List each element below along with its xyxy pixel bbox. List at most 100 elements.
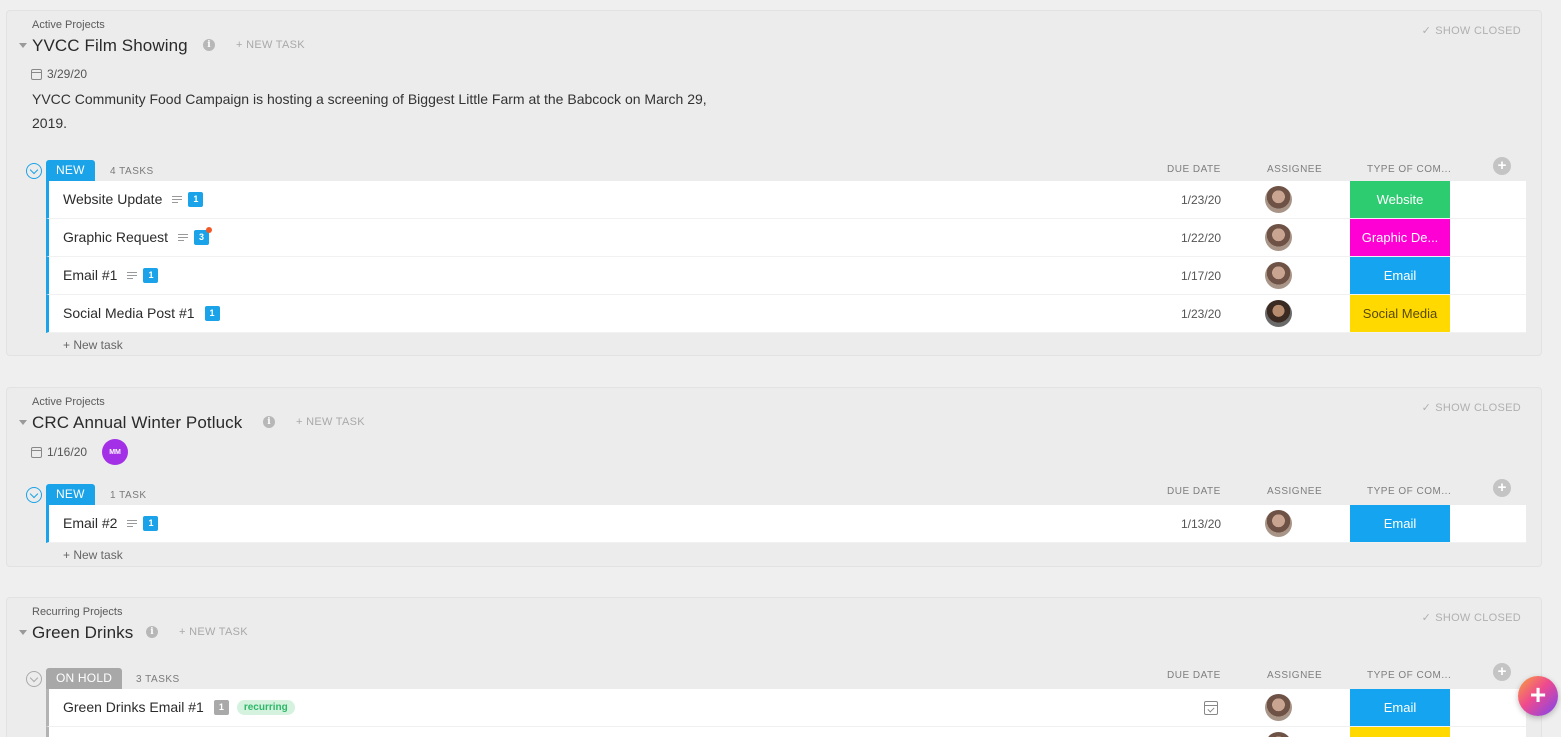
project-breadcrumb[interactable]: Active Projects [32, 19, 105, 31]
project-date[interactable]: 3/29/20 [31, 67, 87, 81]
type-badge[interactable]: Email [1350, 257, 1450, 294]
project-title[interactable]: CRC Annual Winter Potluck [32, 413, 242, 433]
column-header-assignee[interactable]: ASSIGNEE [1267, 164, 1322, 175]
show-closed-button[interactable]: ✓ SHOW CLOSED [1422, 24, 1521, 37]
column-header-type[interactable]: TYPE OF COM... [1367, 670, 1451, 681]
type-badge[interactable]: Graphic De... [1350, 219, 1450, 256]
type-badge[interactable] [1350, 727, 1450, 737]
new-task-inline-button[interactable]: + New task [63, 338, 123, 352]
task-row[interactable]: Email #1 1 1/17/20 Email [46, 257, 1526, 295]
due-date[interactable]: 1/23/20 [1181, 193, 1221, 207]
check-icon: ✓ [1421, 25, 1432, 37]
project-title[interactable]: Green Drinks [32, 623, 133, 643]
status-pill[interactable]: NEW [46, 484, 95, 505]
show-closed-label: SHOW CLOSED [1435, 25, 1521, 37]
new-task-inline-button[interactable]: + New task [63, 548, 123, 562]
task-list: Green Drinks Email #1 1 recurring Email [46, 689, 1526, 737]
task-name[interactable]: Graphic Request [63, 229, 168, 245]
task-count: 3 TASKS [136, 674, 180, 685]
project-breadcrumb[interactable]: Active Projects [32, 396, 105, 408]
type-badge[interactable]: Website [1350, 181, 1450, 218]
subtask-count[interactable]: 1 [143, 515, 159, 531]
info-icon[interactable]: i [263, 416, 275, 428]
task-name[interactable]: Green Drinks Email #1 [63, 699, 204, 715]
avatar[interactable] [1265, 510, 1292, 537]
avatar[interactable] [1265, 262, 1292, 289]
collapse-group-icon[interactable] [26, 671, 42, 687]
description-icon [127, 518, 138, 529]
description-icon [172, 194, 183, 205]
avatar[interactable] [1265, 694, 1292, 721]
task-row[interactable]: Social Media Post #1 1 1/23/20 Social Med… [46, 295, 1526, 333]
subtask-count[interactable]: 1 [143, 267, 159, 283]
description-icon [127, 270, 138, 281]
project-green-drinks: Recurring Projects Green Drinks i + NEW … [6, 597, 1542, 737]
recurring-tag[interactable]: recurring [236, 699, 295, 715]
project-crc-annual-winter-potluck: Active Projects CRC Annual Winter Potluc… [6, 387, 1542, 567]
task-row[interactable]: Graphic Request 3 1/22/20 Graphic De... [46, 219, 1526, 257]
column-header-assignee[interactable]: ASSIGNEE [1267, 486, 1322, 497]
subtask-count[interactable]: 1 [204, 305, 220, 321]
add-column-icon[interactable]: + [1493, 663, 1511, 681]
column-header-assignee[interactable]: ASSIGNEE [1267, 670, 1322, 681]
subtask-count[interactable]: 3 [194, 226, 213, 245]
column-header-due-date[interactable]: DUE DATE [1167, 670, 1221, 681]
due-date[interactable]: 1/23/20 [1181, 307, 1221, 321]
type-badge[interactable]: Email [1350, 505, 1450, 542]
avatar[interactable] [1265, 300, 1292, 327]
collapse-group-icon[interactable] [26, 487, 42, 503]
avatar[interactable] [1265, 224, 1292, 251]
project-date[interactable]: 1/16/20 MM [31, 439, 129, 465]
task-row[interactable]: Green Drinks Email #1 1 recurring Email [46, 689, 1526, 727]
project-date-value: 1/16/20 [47, 445, 88, 459]
task-row[interactable] [46, 727, 1526, 737]
add-column-icon[interactable]: + [1493, 479, 1511, 497]
check-icon: ✓ [1421, 612, 1432, 624]
type-badge[interactable]: Social Media [1350, 295, 1450, 332]
avatar[interactable] [1265, 732, 1292, 737]
collapse-caret-icon[interactable] [19, 43, 27, 48]
owner-avatar[interactable]: MM [102, 439, 129, 465]
column-header-due-date[interactable]: DUE DATE [1167, 164, 1221, 175]
type-badge[interactable]: Email [1350, 689, 1450, 726]
due-date[interactable]: 1/22/20 [1181, 231, 1221, 245]
add-fab-button[interactable]: + [1518, 676, 1558, 716]
subtask-count[interactable]: 1 [188, 191, 204, 207]
description-icon [178, 232, 189, 243]
collapse-caret-icon[interactable] [19, 420, 27, 425]
status-group-header: ON HOLD 3 TASKS DUE DATE ASSIGNEE TYPE O… [7, 663, 1541, 690]
project-title[interactable]: YVCC Film Showing [32, 36, 188, 56]
task-row[interactable]: Email #2 1 1/13/20 Email [46, 505, 1526, 543]
project-yvcc-film-showing: Active Projects YVCC Film Showing i + NE… [6, 10, 1542, 356]
column-header-type[interactable]: TYPE OF COM... [1367, 164, 1451, 175]
project-description: YVCC Community Food Campaign is hosting … [32, 91, 707, 131]
collapse-group-icon[interactable] [26, 163, 42, 179]
notification-dot-icon [206, 226, 213, 233]
project-breadcrumb[interactable]: Recurring Projects [32, 606, 122, 618]
calendar-check-icon[interactable] [1204, 701, 1218, 715]
new-task-button[interactable]: + NEW TASK [236, 39, 305, 51]
info-icon[interactable]: i [203, 39, 215, 51]
task-name[interactable]: Email #2 [63, 515, 117, 531]
subtask-count[interactable]: 1 [213, 699, 229, 715]
info-icon[interactable]: i [146, 626, 158, 638]
check-icon: ✓ [1421, 402, 1432, 414]
new-task-button[interactable]: + NEW TASK [296, 416, 365, 428]
show-closed-button[interactable]: ✓ SHOW CLOSED [1422, 401, 1521, 414]
due-date[interactable]: 1/17/20 [1181, 269, 1221, 283]
column-header-type[interactable]: TYPE OF COM... [1367, 486, 1451, 497]
task-name[interactable]: Website Update [63, 191, 162, 207]
show-closed-button[interactable]: ✓ SHOW CLOSED [1422, 611, 1521, 624]
task-name[interactable]: Email #1 [63, 267, 117, 283]
task-row[interactable]: Website Update 1 1/23/20 Website [46, 181, 1526, 219]
status-pill[interactable]: ON HOLD [46, 668, 123, 689]
column-header-due-date[interactable]: DUE DATE [1167, 486, 1221, 497]
add-column-icon[interactable]: + [1493, 157, 1511, 175]
avatar[interactable] [1265, 186, 1292, 213]
show-closed-label: SHOW CLOSED [1435, 402, 1521, 414]
collapse-caret-icon[interactable] [19, 630, 27, 635]
due-date[interactable]: 1/13/20 [1181, 517, 1221, 531]
task-name[interactable]: Social Media Post #1 [63, 305, 195, 321]
status-pill[interactable]: NEW [46, 160, 95, 181]
new-task-button[interactable]: + NEW TASK [179, 626, 248, 638]
